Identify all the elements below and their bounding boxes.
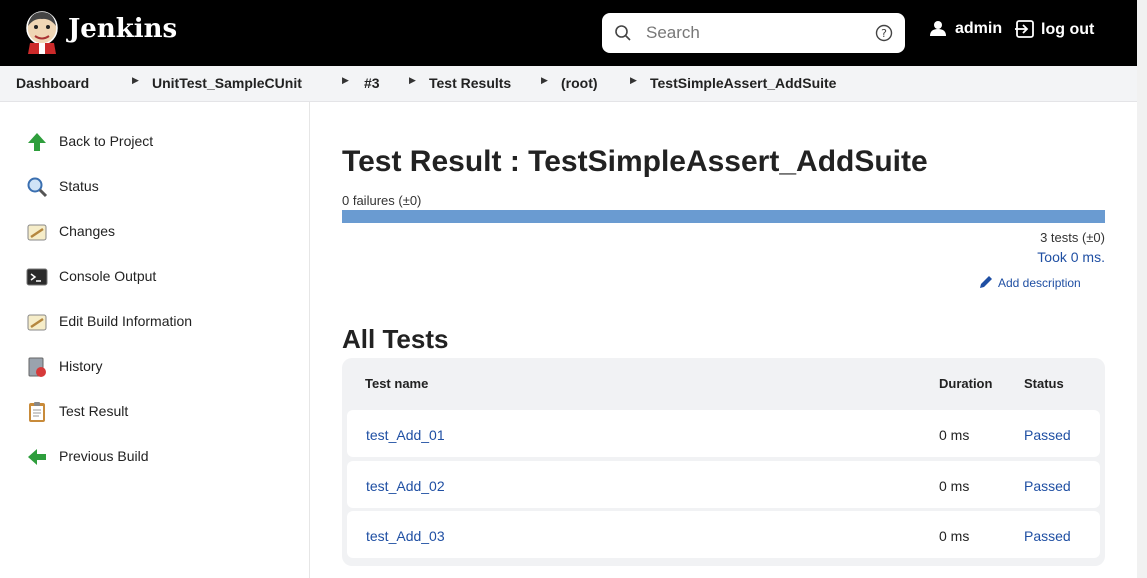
table-row: test_Add_03 0 ms Passed — [347, 511, 1100, 558]
tests-count: 3 tests (±0) — [1040, 230, 1105, 245]
breadcrumb-suite[interactable]: TestSimpleAssert_AddSuite — [650, 75, 836, 91]
sidebar-item-label: Back to Project — [59, 133, 154, 149]
clipboard-icon — [26, 401, 48, 423]
jenkins-logo-icon[interactable] — [22, 10, 62, 54]
add-description-label[interactable]: Add description — [998, 276, 1081, 290]
user-menu[interactable]: admin — [929, 20, 1002, 38]
all-tests-heading: All Tests — [342, 324, 449, 354]
column-header-duration[interactable]: Duration — [939, 376, 992, 391]
breadcrumb-dashboard[interactable]: Dashboard — [16, 75, 89, 91]
sidebar-item-label: Changes — [59, 223, 116, 239]
page-scrollbar[interactable] — [1137, 0, 1147, 578]
chevron-right-icon: ▶ — [630, 75, 637, 85]
left-arrow-icon — [26, 446, 48, 468]
search-box[interactable]: Search ? — [602, 13, 905, 53]
table-row: test_Add_01 0 ms Passed — [347, 410, 1100, 457]
test-status[interactable]: Passed — [1024, 528, 1071, 544]
test-status[interactable]: Passed — [1024, 427, 1071, 443]
history-icon — [26, 356, 48, 378]
breadcrumb-project[interactable]: UnitTest_SampleCUnit — [152, 75, 302, 91]
breadcrumb-build[interactable]: #3 — [364, 75, 380, 91]
top-header: Jenkins Search ? admin log out — [0, 0, 1137, 66]
add-description-button[interactable]: Add description — [978, 274, 1081, 290]
chevron-right-icon: ▶ — [541, 75, 548, 85]
table-row: test_Add_02 0 ms Passed — [347, 461, 1100, 508]
breadcrumb: Dashboard ▶ UnitTest_SampleCUnit ▶ #3 ▶ … — [0, 66, 1137, 102]
up-arrow-icon — [26, 131, 48, 153]
terminal-icon — [26, 266, 48, 288]
column-header-status[interactable]: Status — [1024, 376, 1064, 391]
sidebar-item-label: History — [59, 358, 103, 374]
test-name-link[interactable]: test_Add_03 — [366, 528, 445, 544]
duration-link[interactable]: Took 0 ms. — [1037, 249, 1105, 265]
brand-title[interactable]: Jenkins — [68, 14, 177, 44]
logout-label[interactable]: log out — [1041, 21, 1094, 38]
failures-summary: 0 failures (±0) — [342, 193, 422, 208]
sidebar-item-label: Previous Build — [59, 448, 149, 464]
help-icon[interactable]: ? — [875, 24, 893, 47]
user-icon — [930, 21, 946, 36]
pencil-icon — [980, 276, 992, 288]
svg-text:?: ? — [881, 27, 887, 40]
user-name[interactable]: admin — [955, 20, 1002, 37]
sidebar-item-label: Test Result — [59, 403, 129, 419]
chevron-right-icon: ▶ — [409, 75, 416, 85]
test-pass-bar — [342, 210, 1105, 223]
chevron-right-icon: ▶ — [132, 75, 139, 85]
sidebar: Back to Project Status Changes Console O… — [0, 102, 310, 578]
search-input[interactable]: Search — [646, 23, 700, 43]
chevron-right-icon: ▶ — [342, 75, 349, 85]
tests-table: Test name Duration Status test_Add_01 0 … — [342, 358, 1105, 566]
column-header-test-name[interactable]: Test name — [365, 376, 428, 391]
page-title: Test Result : TestSimpleAssert_AddSuite — [342, 145, 928, 178]
logout-icon — [1015, 20, 1034, 38]
test-duration: 0 ms — [939, 478, 970, 494]
breadcrumb-root[interactable]: (root) — [561, 75, 598, 91]
sidebar-item-label: Status — [59, 178, 99, 194]
test-duration: 0 ms — [939, 427, 970, 443]
notepad-edit-icon — [26, 311, 48, 333]
notepad-icon — [26, 221, 48, 243]
sidebar-item-label: Edit Build Information — [59, 313, 193, 329]
test-duration: 0 ms — [939, 528, 970, 544]
magnifier-icon — [26, 176, 48, 198]
breadcrumb-test-results[interactable]: Test Results — [429, 75, 511, 91]
search-icon — [614, 24, 632, 47]
test-status[interactable]: Passed — [1024, 478, 1071, 494]
test-name-link[interactable]: test_Add_02 — [366, 478, 445, 494]
logout-button[interactable]: log out — [1015, 20, 1094, 39]
test-name-link[interactable]: test_Add_01 — [366, 427, 445, 443]
sidebar-item-label: Console Output — [59, 268, 157, 284]
